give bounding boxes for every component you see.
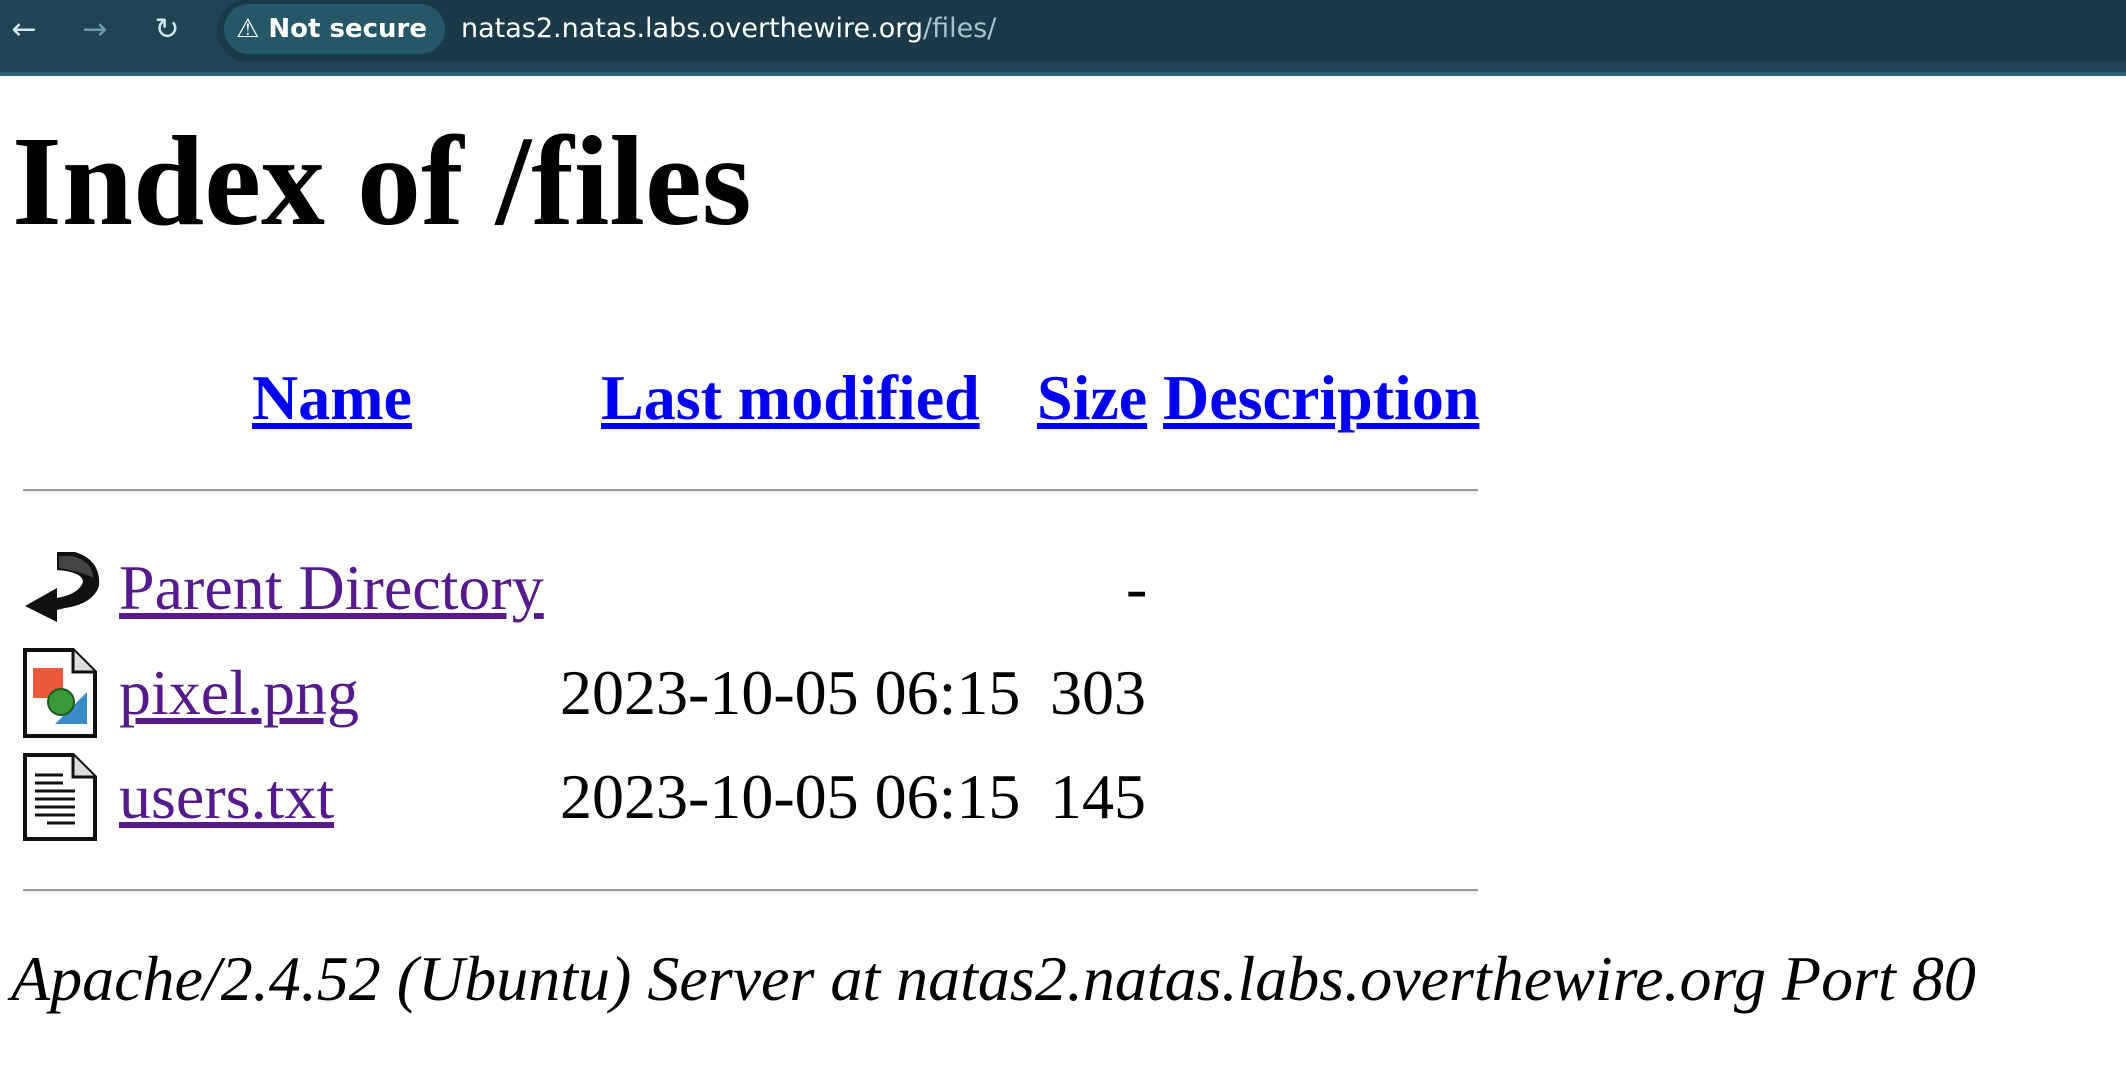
file-size: 145: [1050, 761, 1146, 832]
server-signature: Apache/2.4.52 (Ubuntu) Server at natas2.…: [11, 943, 1976, 1014]
divider: [23, 889, 1478, 893]
reload-icon: ↻: [154, 12, 180, 47]
arrow-left-icon: ←: [11, 12, 37, 47]
url-path: /files/: [922, 13, 997, 44]
forward-button[interactable]: →: [75, 10, 115, 50]
column-header-description[interactable]: Description: [1163, 366, 1479, 430]
arrow-right-icon: →: [82, 12, 108, 47]
text-file-icon: [23, 753, 97, 841]
last-modified: 2023-10-05 06:15: [560, 761, 1021, 832]
file-link-parent-directory[interactable]: Parent Directory: [119, 556, 544, 620]
security-chip[interactable]: ⚠ Not secure: [224, 4, 445, 54]
reload-button[interactable]: ↻: [147, 10, 187, 50]
column-header-size[interactable]: Size: [1037, 366, 1147, 430]
file-link-users-txt[interactable]: users.txt: [119, 765, 334, 829]
file-link-pixel-png[interactable]: pixel.png: [119, 661, 359, 725]
browser-toolbar: ← → ↻ ⚠ Not secure natas2.natas.labs.ove…: [0, 0, 2126, 76]
image-file-icon: [23, 648, 97, 738]
parent-directory-icon: [25, 552, 100, 622]
security-label: Not secure: [268, 14, 427, 44]
file-size: 303: [1050, 657, 1146, 728]
back-button[interactable]: ←: [4, 10, 44, 50]
divider: [23, 489, 1478, 493]
warning-icon: ⚠: [236, 14, 269, 44]
last-modified: 2023-10-05 06:15: [560, 657, 1021, 728]
column-header-name[interactable]: Name: [252, 366, 412, 430]
url-text[interactable]: natas2.natas.labs.overthewire.org/files/: [461, 4, 996, 54]
column-header-last-modified[interactable]: Last modified: [601, 366, 980, 430]
file-size: -: [1126, 552, 1148, 623]
url-host: natas2.natas.labs.overthewire.org: [461, 13, 923, 44]
page-title: Index of /files: [12, 110, 752, 252]
